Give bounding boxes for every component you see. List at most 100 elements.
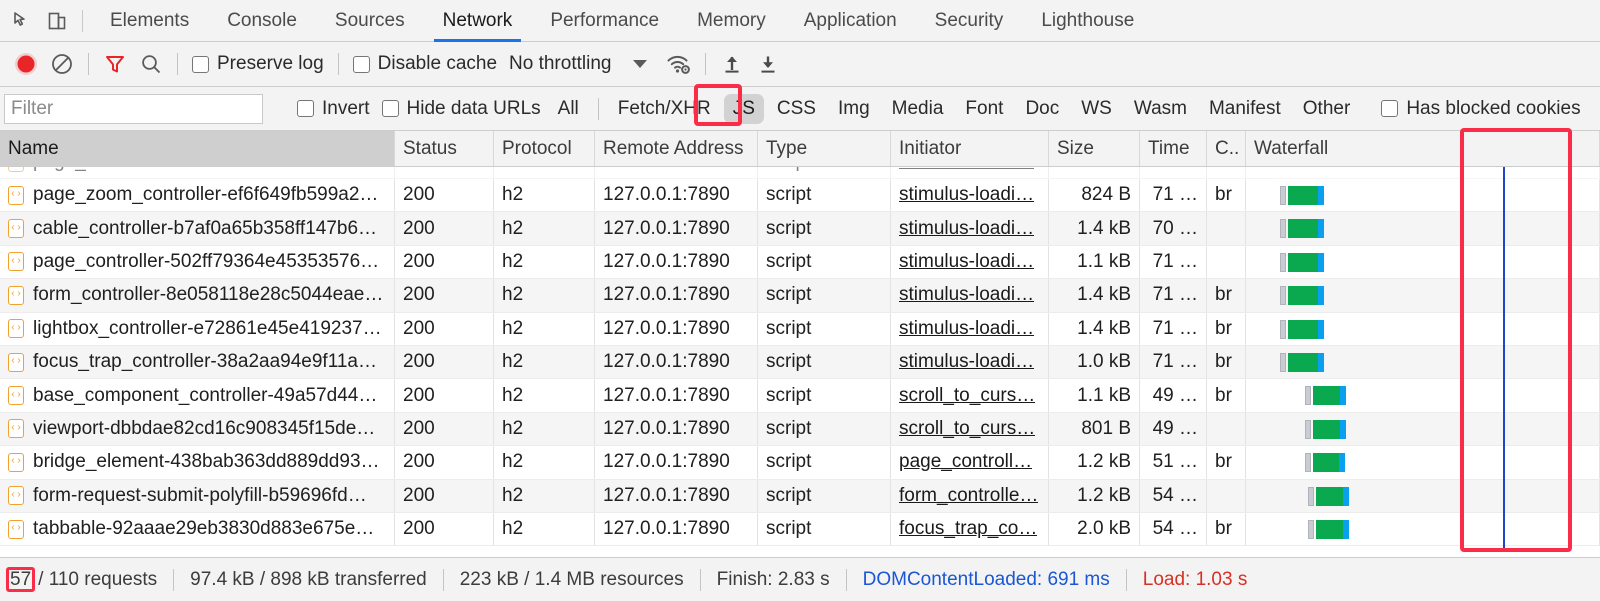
table-row[interactable]: ‹› bridge_element-438bab363dd889dd93… 200 h… bbox=[0, 446, 1600, 480]
column-header-remote_address[interactable]: Remote Address bbox=[595, 131, 758, 166]
cell-remote_address: 127.0.0.1:7890 bbox=[595, 212, 758, 245]
wifi-gear-icon[interactable] bbox=[661, 47, 697, 81]
resource-filter-wasm[interactable]: Wasm bbox=[1125, 94, 1196, 124]
waterfall-stalled-segment bbox=[1280, 319, 1286, 339]
filter-funnel-icon[interactable] bbox=[97, 47, 133, 81]
resource-filter-all[interactable]: All bbox=[549, 94, 588, 124]
cell-name: ‹› page_controller-502ff79364e45353576… bbox=[0, 245, 395, 279]
resource-filter-manifest[interactable]: Manifest bbox=[1200, 94, 1290, 124]
column-header-initiator[interactable]: Initiator bbox=[891, 131, 1049, 166]
column-header-status[interactable]: Status bbox=[395, 131, 494, 166]
cell-status: 200 bbox=[395, 345, 494, 379]
tab-application[interactable]: Application bbox=[785, 0, 916, 42]
disable-cache-checkbox[interactable]: Disable cache bbox=[347, 53, 503, 75]
cell-name: ‹› bridge_element-438bab363dd889dd93… bbox=[0, 446, 395, 479]
initiator-link[interactable]: stimulus-loadi… bbox=[899, 184, 1034, 206]
blocked-requests-checkbox[interactable]: Bl bbox=[1597, 98, 1600, 120]
statusbar-divider-4 bbox=[845, 568, 847, 591]
cell-waterfall bbox=[1246, 446, 1600, 479]
resource-filter-font[interactable]: Font bbox=[956, 94, 1012, 124]
tab-sources[interactable]: Sources bbox=[316, 0, 424, 42]
js-file-icon: ‹› bbox=[8, 319, 24, 339]
table-row[interactable]: ‹› form_controller-8e058118e28c5044eae… 20… bbox=[0, 279, 1600, 313]
initiator-link[interactable]: scroll_to_curs… bbox=[899, 418, 1035, 440]
invert-checkbox[interactable]: Invert bbox=[291, 98, 376, 120]
hide-data-urls-checkbox[interactable]: Hide data URLs bbox=[376, 98, 547, 120]
waterfall-stalled-segment bbox=[1280, 252, 1286, 272]
export-arrow-down-icon[interactable] bbox=[750, 47, 786, 81]
tab-performance[interactable]: Performance bbox=[531, 0, 678, 42]
tab-console[interactable]: Console bbox=[208, 0, 316, 42]
inspect-element-icon[interactable] bbox=[6, 4, 40, 38]
table-row[interactable]: ‹› focus_trap_controller-38a2aa94e9f11a… 2… bbox=[0, 345, 1600, 380]
resource-filter-js[interactable]: JS bbox=[723, 93, 764, 124]
record-button[interactable] bbox=[8, 47, 44, 81]
disable-cache-box[interactable] bbox=[352, 55, 370, 73]
table-row[interactable]: ‹› page_zoom_controller-ef6f649fb599a2… 20… bbox=[0, 179, 1600, 213]
search-icon[interactable] bbox=[133, 47, 169, 81]
table-row[interactable]: ‹› base_component_controller-49a57d44… 200… bbox=[0, 379, 1600, 413]
column-header-c[interactable]: C.. bbox=[1207, 131, 1246, 166]
table-row-clipped[interactable]: ‹› page_controller-000000000010102200m 200… bbox=[0, 167, 1600, 179]
cell-c bbox=[1207, 412, 1246, 446]
throttling-select[interactable]: No throttling bbox=[503, 53, 648, 75]
resource-filter-img[interactable]: Img bbox=[829, 94, 879, 124]
waterfall-waiting-segment bbox=[1318, 352, 1324, 372]
initiator-link[interactable]: scroll_to_curs… bbox=[899, 385, 1035, 407]
device-toolbar-icon[interactable] bbox=[40, 4, 74, 38]
resource-filter-fetch-xhr[interactable]: Fetch/XHR bbox=[609, 94, 720, 124]
resource-filter-ws[interactable]: WS bbox=[1072, 94, 1121, 124]
tab-security[interactable]: Security bbox=[916, 0, 1023, 42]
resource-filter-doc[interactable]: Doc bbox=[1016, 94, 1068, 124]
initiator-link[interactable]: stimulus-loadi… bbox=[899, 318, 1034, 340]
clear-button[interactable] bbox=[44, 47, 80, 81]
cell-status: 200 bbox=[395, 245, 494, 279]
column-header-size[interactable]: Size bbox=[1049, 131, 1140, 166]
invert-box[interactable] bbox=[297, 100, 314, 117]
tab-elements[interactable]: Elements bbox=[91, 0, 208, 42]
cell-time: 51 … bbox=[1140, 446, 1207, 479]
table-row[interactable]: ‹› form-request-submit-polyfill-b59696fd…… bbox=[0, 479, 1600, 513]
column-header-waterfall[interactable]: Waterfall bbox=[1246, 131, 1600, 166]
cell-remote_address: 127.0.0.1:7890 bbox=[595, 279, 758, 312]
requests-summary: 57/ 110 requests bbox=[6, 566, 157, 593]
table-row[interactable]: ‹› cable_controller-b7af0a65b358ff147b6… 2… bbox=[0, 212, 1600, 246]
hide-data-urls-box[interactable] bbox=[381, 100, 399, 117]
cell-protocol: h2 bbox=[494, 512, 595, 546]
preserve-log-checkbox[interactable]: Preserve log bbox=[186, 53, 330, 75]
resource-filter-media[interactable]: Media bbox=[883, 94, 953, 124]
tab-lighthouse[interactable]: Lighthouse bbox=[1022, 0, 1153, 42]
filter-input[interactable] bbox=[4, 93, 263, 124]
table-row[interactable]: ‹› viewport-dbbdae82cd16c908345f15de… 200 h… bbox=[0, 412, 1600, 447]
cell-waterfall bbox=[1246, 245, 1600, 279]
preserve-log-box[interactable] bbox=[192, 55, 209, 73]
js-file-icon: ‹› bbox=[8, 285, 24, 305]
column-header-time[interactable]: Time bbox=[1140, 131, 1207, 166]
has-blocked-cookies-checkbox[interactable]: Has blocked cookies bbox=[1375, 98, 1586, 120]
initiator-link[interactable]: stimulus-loadi… bbox=[899, 351, 1034, 373]
cell-type: script bbox=[758, 345, 891, 379]
tab-memory[interactable]: Memory bbox=[678, 0, 785, 42]
table-row[interactable]: ‹› page_controller-502ff79364e45353576… 20… bbox=[0, 245, 1600, 280]
resource-filter-css[interactable]: CSS bbox=[768, 94, 825, 124]
hide-data-urls-label: Hide data URLs bbox=[406, 97, 541, 119]
table-row[interactable]: ‹› tabbable-92aaae29eb3830d883e675e… 200 h2… bbox=[0, 512, 1600, 547]
request-name: page_controller-502ff79364e45353576… bbox=[33, 250, 380, 272]
table-row[interactable]: ‹› lightbox_controller-e72861e45e419237… 2… bbox=[0, 312, 1600, 346]
initiator-link[interactable]: stimulus-loadi… bbox=[899, 167, 1034, 173]
initiator-link[interactable]: stimulus-loadi… bbox=[899, 251, 1034, 273]
column-header-name[interactable]: Name bbox=[0, 131, 395, 166]
import-arrow-up-icon[interactable] bbox=[714, 47, 750, 81]
transferred-summary: 97.4 kB / 898 kB transferred bbox=[190, 568, 427, 590]
waterfall-download-segment bbox=[1288, 319, 1318, 339]
resource-filter-other[interactable]: Other bbox=[1294, 94, 1360, 124]
tab-network[interactable]: Network bbox=[424, 0, 532, 42]
initiator-link[interactable]: page_controll… bbox=[899, 451, 1032, 473]
initiator-link[interactable]: stimulus-loadi… bbox=[899, 218, 1034, 240]
column-header-protocol[interactable]: Protocol bbox=[494, 131, 595, 166]
has-blocked-cookies-box[interactable] bbox=[1381, 100, 1399, 117]
column-header-type[interactable]: Type bbox=[758, 131, 891, 166]
initiator-link[interactable]: stimulus-loadi… bbox=[899, 284, 1034, 306]
initiator-link[interactable]: form_controlle… bbox=[899, 485, 1038, 507]
initiator-link[interactable]: focus_trap_co… bbox=[899, 518, 1037, 540]
